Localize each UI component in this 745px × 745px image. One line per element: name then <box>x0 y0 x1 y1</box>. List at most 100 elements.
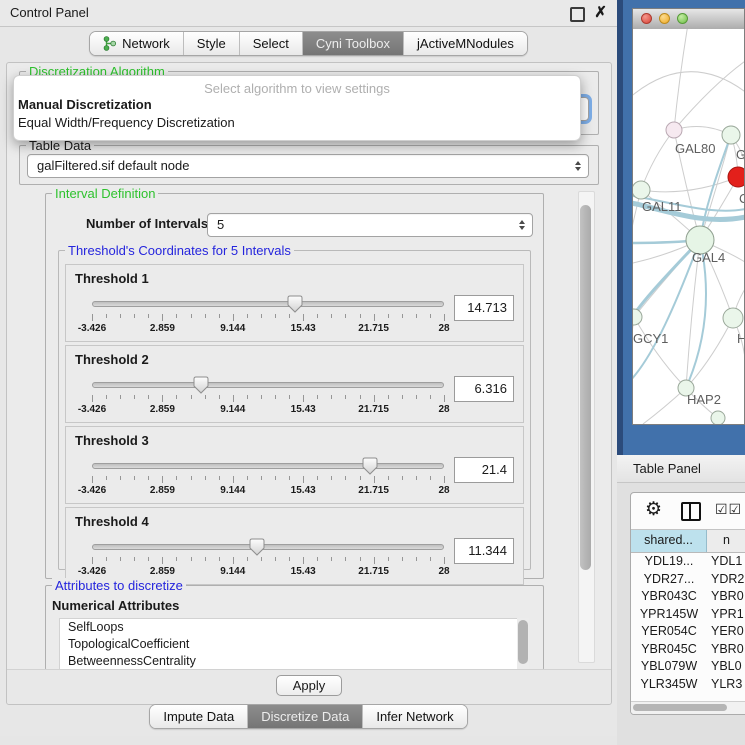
cell-name[interactable]: YBR0 <box>707 641 745 659</box>
node-gcy1[interactable] <box>633 309 642 325</box>
tab-style[interactable]: Style <box>183 32 239 55</box>
network-graph[interactable]: GAL80GAGAL11CGAL4GCY1HHAP2 <box>633 29 744 424</box>
network-edge[interactable] <box>674 59 744 130</box>
cell-name[interactable]: YIL0 <box>707 693 745 694</box>
tab-select[interactable]: Select <box>239 32 302 55</box>
slider-track[interactable] <box>92 544 444 550</box>
table-row[interactable]: YBR043CYBR0 <box>631 588 745 606</box>
network-edge[interactable] <box>686 318 733 388</box>
node-gal11[interactable] <box>633 181 650 199</box>
close-traffic-light-icon[interactable] <box>641 13 652 24</box>
threshold-value-field[interactable]: 6.316 <box>454 376 514 402</box>
table-row[interactable]: YDR27...YDR2 <box>631 571 745 589</box>
close-icon[interactable]: ✗ <box>594 3 607 21</box>
tick-mark <box>345 476 346 480</box>
panel-vertical-scrollbar[interactable] <box>578 191 595 663</box>
zoom-traffic-light-icon[interactable] <box>677 13 688 24</box>
cell-shared-name[interactable]: YLR345W <box>631 676 707 694</box>
node-top-right[interactable] <box>722 126 740 144</box>
cell-shared-name[interactable]: YER054C <box>631 623 707 641</box>
numerical-attributes-list[interactable]: SelfLoopsTopologicalCoefficientBetweenne… <box>59 618 519 672</box>
threshold-value-field[interactable]: 21.4 <box>454 457 514 483</box>
node-gal80[interactable] <box>666 122 682 138</box>
scrollbar-thumb[interactable] <box>518 620 528 664</box>
threshold-value-field[interactable]: 14.713 <box>454 295 514 321</box>
slider-thumb[interactable] <box>249 538 265 556</box>
tab-jactivemnodules[interactable]: jActiveMNodules <box>403 32 527 55</box>
cell-name[interactable]: YER0 <box>707 623 745 641</box>
table-row[interactable]: YBL079WYBL0 <box>631 658 745 676</box>
cell-shared-name[interactable]: YDR27... <box>631 571 707 589</box>
scale-label: 28 <box>438 323 449 334</box>
node-right[interactable] <box>723 308 743 328</box>
cell-shared-name[interactable]: YBR045C <box>631 641 707 659</box>
threshold-slider-3[interactable]: -3.4262.8599.14415.4321.71528 <box>92 463 444 493</box>
cell-name[interactable]: YBR0 <box>707 588 745 606</box>
algorithm-option[interactable]: Manual Discretization <box>14 96 580 114</box>
threshold-slider-2[interactable]: -3.4262.8599.14415.4321.71528 <box>92 382 444 412</box>
attributes-list-scrollbar[interactable] <box>517 618 529 670</box>
attribute-item[interactable]: BetweennessCentrality <box>60 653 518 670</box>
float-window-icon[interactable] <box>570 7 585 22</box>
tab-infer-network[interactable]: Infer Network <box>362 705 466 728</box>
cell-name[interactable]: YDL1 <box>707 553 745 571</box>
slider-thumb[interactable] <box>287 295 303 313</box>
split-columns-icon[interactable] <box>681 502 701 521</box>
attribute-item[interactable]: SelfLoops <box>60 619 518 636</box>
table-row[interactable]: YBR045CYBR0 <box>631 641 745 659</box>
number-of-intervals-combobox[interactable]: 5 <box>207 213 533 237</box>
select-columns-checkboxes-icon[interactable]: ☑☑ <box>715 501 742 518</box>
cell-shared-name[interactable]: YPR145W <box>631 606 707 624</box>
cell-name[interactable]: YBL0 <box>707 658 745 676</box>
scrollbar-thumb[interactable] <box>580 205 591 570</box>
threshold-slider-1[interactable]: -3.4262.8599.14415.4321.71528 <box>92 301 444 331</box>
minimize-traffic-light-icon[interactable] <box>659 13 670 24</box>
table-row[interactable]: YER054CYER0 <box>631 623 745 641</box>
table-row[interactable]: YIL052CYIL0 <box>631 693 745 694</box>
node-label: GAL80 <box>675 141 715 156</box>
network-edge-highlighted[interactable] <box>633 240 700 384</box>
cell-name[interactable]: YLR3 <box>707 676 745 694</box>
cell-name[interactable]: YDR2 <box>707 571 745 589</box>
cell-shared-name[interactable]: YDL19... <box>631 553 707 571</box>
table-row[interactable]: YLR345WYLR3 <box>631 676 745 694</box>
node-red[interactable] <box>728 167 744 187</box>
network-window-titlebar[interactable] <box>633 9 744 30</box>
network-edge[interactable] <box>634 317 686 388</box>
cell-shared-name[interactable]: YBR043C <box>631 588 707 606</box>
network-edge[interactable] <box>641 130 674 190</box>
cell-shared-name[interactable]: YIL052C <box>631 693 707 694</box>
tab-discretize-data[interactable]: Discretize Data <box>247 705 362 728</box>
node-bottom[interactable] <box>711 411 725 424</box>
network-canvas[interactable]: GAL80GAGAL11CGAL4GCY1HHAP2 <box>633 29 744 424</box>
algorithm-option[interactable]: Equal Width/Frequency Discretization <box>14 114 580 132</box>
tab-cyni-toolbox[interactable]: Cyni Toolbox <box>302 32 403 55</box>
table-horizontal-scrollbar[interactable] <box>631 701 745 714</box>
table-row[interactable]: YDL19...YDL1 <box>631 553 745 571</box>
slider-thumb[interactable] <box>193 376 209 394</box>
slider-thumb[interactable] <box>362 457 378 475</box>
threshold-value-field[interactable]: 11.344 <box>454 538 514 564</box>
slider-track[interactable] <box>92 382 444 388</box>
network-edge[interactable] <box>641 177 738 192</box>
network-edge-highlighted[interactable] <box>633 240 700 324</box>
tick-mark <box>134 314 135 318</box>
tab-impute-data[interactable]: Impute Data <box>150 705 247 728</box>
table-row[interactable]: YPR145WYPR1 <box>631 606 745 624</box>
tick-mark <box>275 557 276 561</box>
cell-shared-name[interactable]: YBL079W <box>631 658 707 676</box>
tab-network[interactable]: Network <box>90 32 183 55</box>
slider-track[interactable] <box>92 463 444 469</box>
network-edge[interactable] <box>674 29 688 130</box>
scrollbar-thumb[interactable] <box>633 704 727 711</box>
gear-icon[interactable]: ⚙ <box>645 498 662 521</box>
cell-name[interactable]: YPR1 <box>707 606 745 624</box>
column-header[interactable]: n <box>707 530 745 552</box>
slider-track[interactable] <box>92 301 444 307</box>
column-header[interactable]: shared... <box>631 530 707 552</box>
table-data-combobox[interactable]: galFiltered.sif default node <box>27 154 589 178</box>
threshold-slider-4[interactable]: -3.4262.8599.14415.4321.71528 <box>92 544 444 574</box>
attribute-item[interactable]: TopologicalCoefficient <box>60 636 518 653</box>
apply-button[interactable]: Apply <box>276 675 343 696</box>
table-toolbar: ⚙ ☑☑ <box>631 493 745 529</box>
